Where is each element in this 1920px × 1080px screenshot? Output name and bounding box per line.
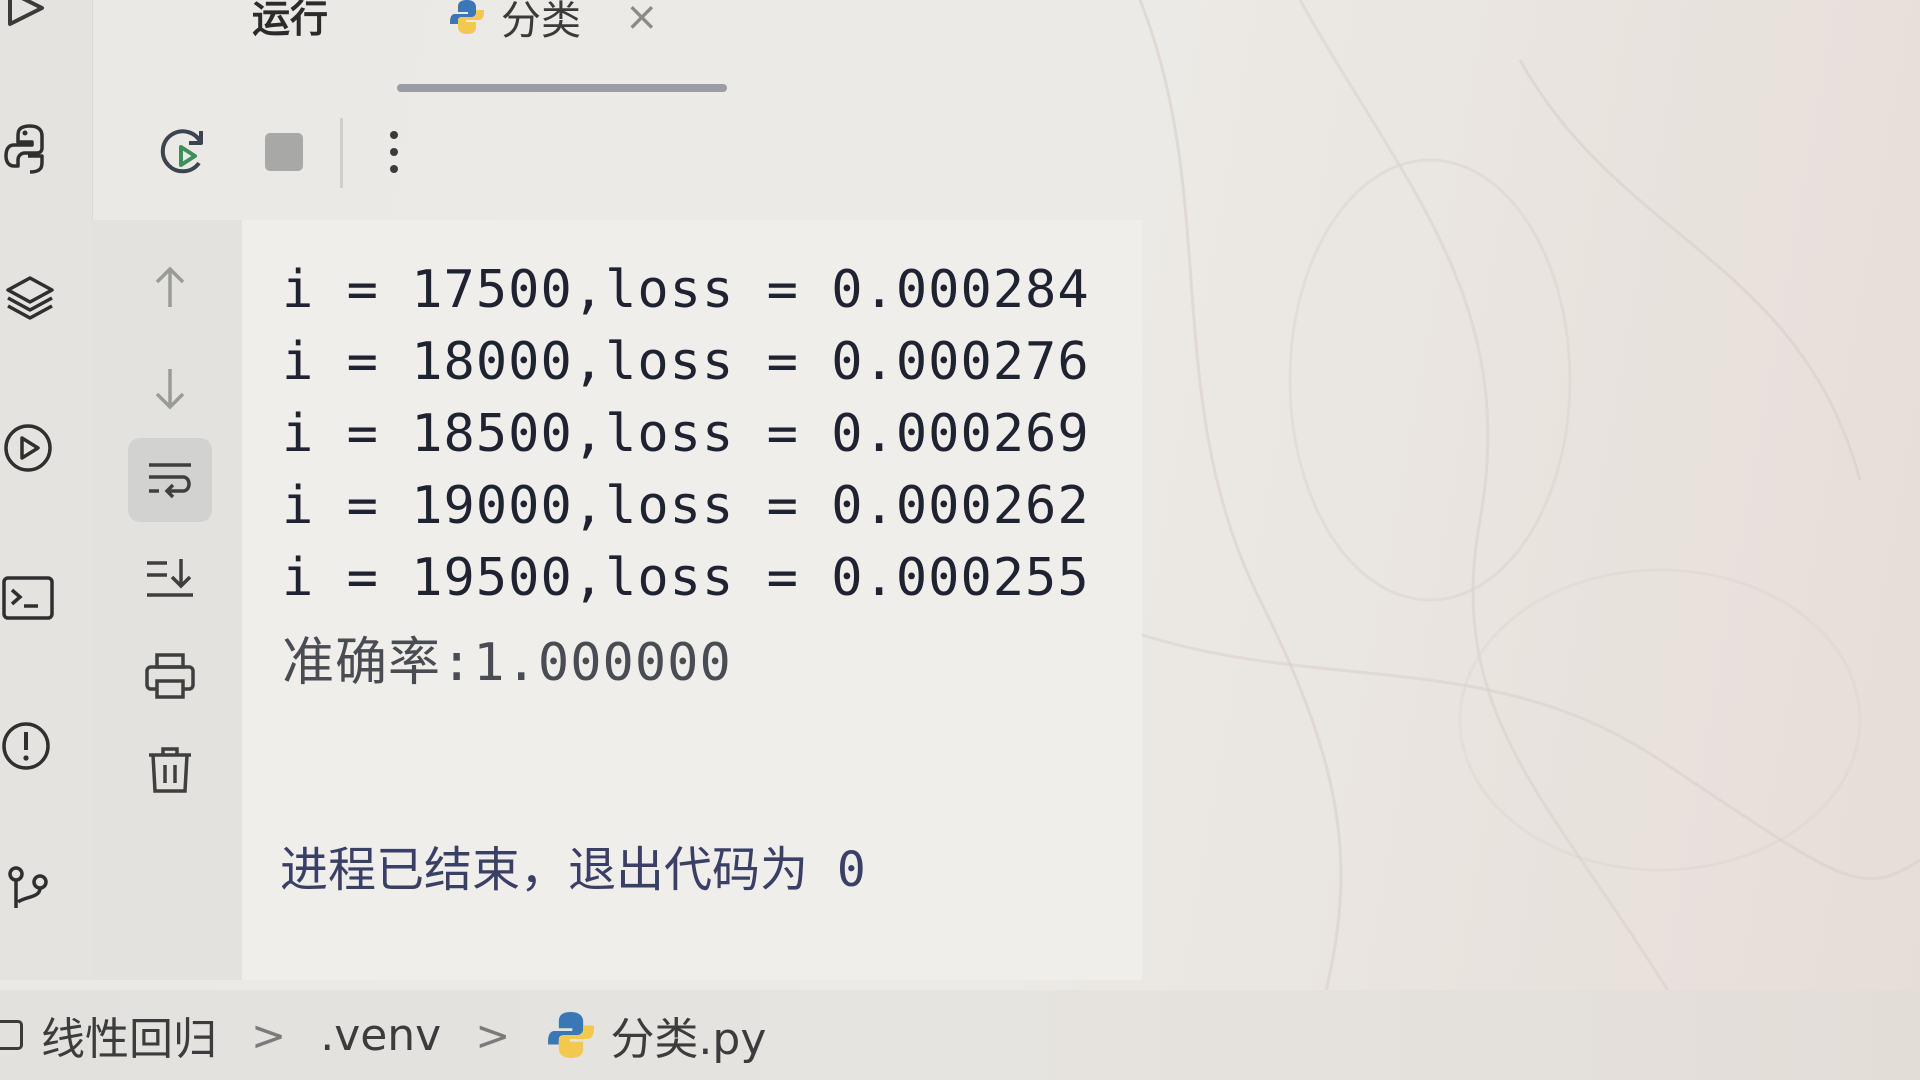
console-line: i = 19500,loss = 0.000255 xyxy=(282,548,1090,608)
project-folder-icon xyxy=(0,1020,23,1050)
tab-label: 分类 xyxy=(501,0,581,44)
print-icon xyxy=(145,653,195,699)
breadcrumb-file-label: 分类.py xyxy=(610,1014,767,1065)
scroll-down-icon xyxy=(155,369,185,410)
python-file-icon xyxy=(450,0,484,34)
console-line: i = 18000,loss = 0.000276 xyxy=(282,332,1090,392)
stop-icon xyxy=(265,133,303,171)
run-tab-toggle-icon[interactable] xyxy=(0,0,60,40)
git-icon[interactable] xyxy=(0,858,60,918)
run-panel-title: 运行 xyxy=(252,0,329,41)
layers-icon[interactable] xyxy=(0,268,60,328)
console-line: i = 17500,loss = 0.000284 xyxy=(282,260,1090,320)
more-options-button[interactable] xyxy=(362,120,426,184)
soft-wrap-button[interactable] xyxy=(128,438,212,522)
terminal-icon[interactable] xyxy=(0,568,60,628)
rerun-icon xyxy=(160,129,203,174)
scroll-up-icon xyxy=(155,266,185,307)
console-line: i = 19000,loss = 0.000262 xyxy=(282,476,1090,536)
scroll-up-button[interactable] xyxy=(132,250,208,326)
trash-icon xyxy=(149,747,191,793)
soft-wrap-icon xyxy=(149,463,191,499)
print-button[interactable] xyxy=(132,638,208,714)
more-options-icon xyxy=(390,131,398,173)
wallpaper-pattern xyxy=(1100,0,1920,1080)
process-exit-message: 进程已结束，退出代码为 0 xyxy=(280,842,866,898)
rerun-button[interactable] xyxy=(152,120,216,184)
ide-window: 运行 分类 × i = 17500,loss = 0.000284 i = 18… xyxy=(0,0,1920,1080)
scroll-down-button[interactable] xyxy=(132,350,208,426)
accuracy-line: 准确率:1.000000 xyxy=(282,633,732,693)
scroll-to-end-icon xyxy=(147,559,193,597)
tab-classification[interactable]: 分类 × xyxy=(447,0,659,46)
python-console-icon[interactable] xyxy=(0,118,60,178)
run-tool-icon[interactable] xyxy=(0,418,60,478)
breadcrumb-project[interactable]: 线性回归 xyxy=(41,1003,217,1067)
stop-button[interactable] xyxy=(252,120,316,184)
toolbar-divider xyxy=(340,118,343,188)
python-file-icon xyxy=(548,1012,595,1058)
run-toolbar xyxy=(92,100,1142,210)
console-line: i = 18500,loss = 0.000269 xyxy=(282,404,1090,464)
console-actions xyxy=(92,220,242,980)
close-tab-icon[interactable]: × xyxy=(625,0,659,40)
breadcrumb-folder[interactable]: .venv xyxy=(320,1010,441,1061)
problems-icon[interactable] xyxy=(0,716,60,776)
clear-console-button[interactable] xyxy=(132,732,208,808)
navigation-bar: 线性回归 > .venv > 分类.py xyxy=(0,990,1920,1080)
tool-window-stripe xyxy=(0,0,93,980)
active-tab-indicator xyxy=(397,84,727,92)
breadcrumb-file[interactable]: 分类.py xyxy=(544,1003,766,1067)
scroll-to-end-button[interactable] xyxy=(132,540,208,616)
breadcrumb-separator: > xyxy=(475,1010,511,1060)
run-tab-strip: 运行 分类 × xyxy=(92,0,1142,100)
run-console[interactable]: i = 17500,loss = 0.000284 i = 18000,loss… xyxy=(242,220,1142,980)
breadcrumb-separator: > xyxy=(251,1010,287,1060)
